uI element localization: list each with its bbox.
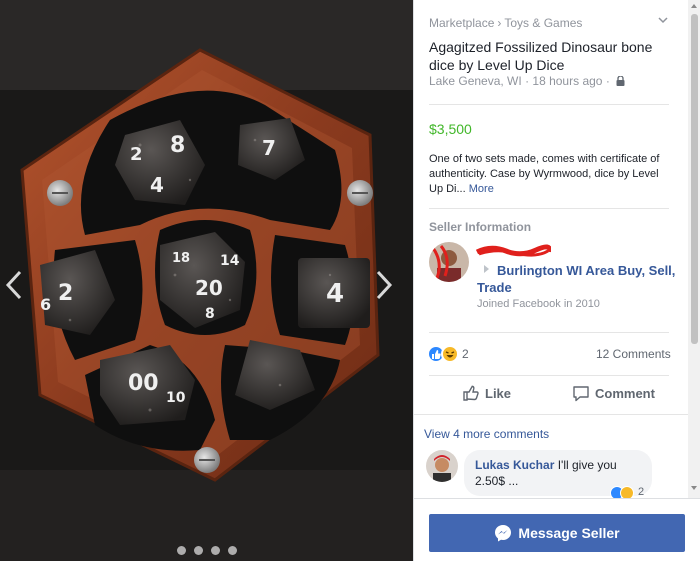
description-text: One of two sets made, comes with certifi…	[429, 153, 660, 195]
die-label: 6	[40, 295, 51, 314]
listing-time[interactable]: 18 hours ago	[532, 74, 602, 88]
die-label: 14	[220, 253, 240, 269]
die-label: 20	[195, 276, 223, 300]
listing-panel: Marketplace › Toys & Games Agagitzed Fossi…	[413, 0, 700, 561]
scroll-up-icon[interactable]	[691, 4, 697, 8]
haha-reaction-icon	[441, 345, 459, 363]
carousel-dots	[0, 542, 413, 555]
photo-viewer[interactable]: 8 2 4 7 18 14 20 6 2 8 4 00 10	[0, 0, 413, 561]
listing-location[interactable]: Lake Geneva, WI	[429, 74, 522, 88]
chevron-down-icon[interactable]	[658, 15, 668, 25]
previous-photo-icon[interactable]	[4, 268, 26, 302]
die-label: 8	[170, 133, 185, 158]
commenter-avatar[interactable]	[426, 450, 458, 482]
die-label: 8	[205, 306, 215, 322]
comments-count[interactable]: 12 Comments	[596, 347, 671, 361]
like-button[interactable]: Like	[462, 384, 511, 404]
message-seller-button[interactable]: Message Seller	[429, 514, 685, 552]
die-label: 10	[166, 390, 186, 406]
description-more-link[interactable]: More	[469, 183, 494, 195]
seller-group-link[interactable]: Burlington WI Area Buy, Sell, Trade	[477, 262, 677, 296]
breadcrumb-category[interactable]: Toys & Games	[504, 16, 582, 30]
carousel-dot[interactable]	[193, 546, 203, 555]
die-label: 7	[262, 136, 276, 160]
divider	[429, 332, 669, 333]
listing-meta: Lake Geneva, WI · 18 hours ago ·	[429, 74, 625, 88]
reaction-count[interactable]: 2	[462, 347, 469, 361]
thumbs-up-icon	[463, 385, 479, 401]
comment-label: Comment	[595, 386, 655, 401]
listing-photo: 8 2 4 7 18 14 20 6 2 8 4 00 10	[0, 0, 413, 561]
breadcrumb: Marketplace › Toys & Games	[429, 16, 582, 30]
scroll-down-icon[interactable]	[691, 486, 697, 490]
next-photo-icon[interactable]	[372, 268, 394, 302]
breadcrumb-separator: ›	[497, 16, 502, 30]
die-label: 18	[172, 251, 190, 266]
meta-separator: ·	[605, 74, 610, 88]
divider	[429, 375, 669, 376]
haha-reaction-icon	[620, 486, 634, 498]
breadcrumb-marketplace[interactable]: Marketplace	[429, 16, 494, 30]
divider	[429, 208, 669, 209]
comment-bubble-icon	[573, 386, 589, 402]
die-label: 2	[58, 281, 73, 306]
die-label: 4	[150, 173, 164, 197]
scrollbar-thumb[interactable]	[691, 14, 698, 344]
listing-title: Agagitzed Fossilized Dinosaur bone dice …	[429, 39, 653, 73]
carousel-dot[interactable]	[227, 546, 237, 555]
divider	[429, 104, 669, 105]
scrollbar[interactable]	[688, 0, 700, 498]
messenger-icon	[495, 525, 512, 542]
comment-reaction-count: 2	[638, 486, 645, 498]
listing-description: One of two sets made, comes with certifi…	[429, 152, 674, 197]
carousel-dot[interactable]	[176, 546, 186, 555]
view-more-comments-link[interactable]: View 4 more comments	[424, 427, 549, 441]
die-label: 00	[128, 371, 159, 396]
die-label: 4	[326, 279, 344, 309]
meta-separator: ·	[525, 74, 530, 88]
seller-joined: Joined Facebook in 2010	[477, 298, 600, 310]
like-label: Like	[485, 386, 512, 401]
message-seller-label: Message Seller	[518, 525, 620, 541]
seller-avatar[interactable]	[429, 242, 469, 282]
panel-footer: Message Seller	[414, 498, 700, 561]
listing-price: $3,500	[429, 121, 472, 137]
divider	[414, 414, 688, 415]
carousel-dot[interactable]	[210, 546, 220, 555]
listing-details[interactable]: Marketplace › Toys & Games Agagitzed Fossi…	[414, 0, 688, 498]
comment-button[interactable]: Comment	[572, 384, 655, 404]
comment-author[interactable]: Lukas Kuchar	[475, 458, 554, 472]
seller-name-redacted	[476, 244, 551, 257]
seller-info-heading: Seller Information	[429, 220, 532, 234]
die-label: 2	[130, 144, 143, 165]
lock-icon	[616, 76, 625, 86]
